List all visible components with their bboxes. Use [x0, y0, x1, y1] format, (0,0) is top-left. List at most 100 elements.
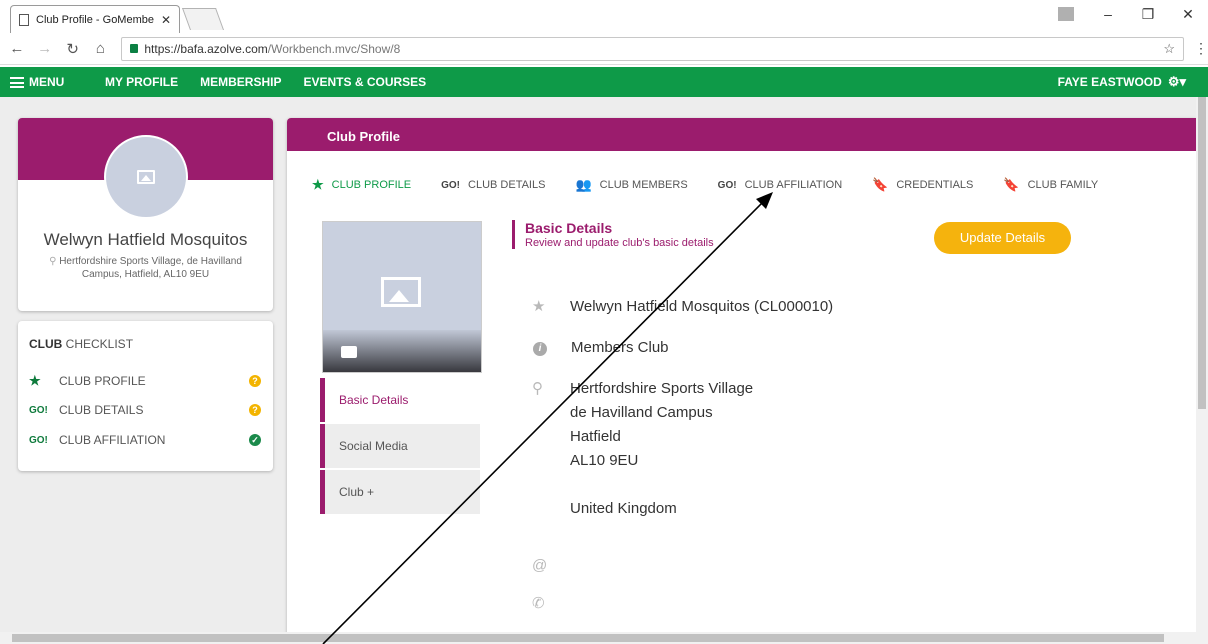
url-path: /Workbench.mvc/Show/8: [267, 41, 401, 56]
page-icon: [19, 13, 29, 26]
tab-club-family[interactable]: 🔖 CLUB FAMILY: [1003, 177, 1098, 193]
checklist-title-rest: CHECKLIST: [65, 337, 134, 351]
tab-title: Club Profile - GoMembe: [36, 13, 154, 26]
detail-side-tabs: Basic Details Social Media Club +: [320, 378, 480, 516]
tab-club-details[interactable]: GO! CLUB DETAILS: [441, 179, 545, 191]
section-subtitle: Review and update club's basic details: [525, 237, 714, 249]
menu-label: MENU: [29, 75, 65, 89]
star-icon: ★: [312, 177, 324, 192]
tab-club-profile[interactable]: ★ CLUB PROFILE: [312, 177, 411, 193]
go-icon: GO!: [441, 179, 461, 191]
club-photo[interactable]: [322, 221, 482, 373]
image-placeholder-icon: [137, 170, 155, 184]
bookmark-star-icon[interactable]: ☆: [1163, 41, 1175, 57]
go-icon: GO!: [29, 434, 48, 446]
address-line: United Kingdom: [570, 500, 677, 517]
forward-icon[interactable]: →: [34, 40, 56, 57]
detail-email: @: [532, 554, 570, 578]
warning-badge-icon: ?: [249, 375, 261, 387]
address-line: AL10 9EU: [570, 452, 639, 469]
bookmark-icon: 🔖: [872, 177, 889, 192]
home-icon[interactable]: ⌂: [90, 40, 112, 57]
profile-tabs: ★ CLUB PROFILE GO! CLUB DETAILS 👥 CLUB MEMB…: [312, 175, 1128, 195]
url-host: https://bafa.azolve.com: [144, 41, 268, 56]
vertical-scroll-thumb[interactable]: [1198, 97, 1206, 409]
bookmark-icon: 🔖: [1003, 177, 1020, 192]
url-input[interactable]: https://bafa.azolve.com/Workbench.mvc/Sh…: [121, 36, 1184, 61]
club-address: ⚲ Hertfordshire Sports Village, de Havil…: [38, 255, 253, 281]
tab-club-members[interactable]: 👥 CLUB MEMBERS: [575, 177, 687, 193]
members-icon: 👥: [575, 177, 592, 192]
address-lines: Hertfordshire Sports Village de Havillan…: [570, 377, 753, 521]
checklist-item-label: CLUB AFFILIATION: [59, 433, 166, 447]
section-heading: Basic Details: [525, 220, 613, 236]
section-title: Basic Details Review and update club's b…: [512, 220, 714, 249]
location-pin-icon: ⚲: [532, 380, 543, 397]
club-address-text: Hertfordshire Sports Village, de Havilla…: [59, 256, 242, 280]
address-line: Hatfield: [570, 428, 621, 445]
new-tab-button[interactable]: [181, 8, 225, 30]
tab-label: CLUB DETAILS: [468, 179, 546, 191]
club-type: Members Club: [571, 339, 669, 356]
app-nav-bar: MENU MY PROFILE MEMBERSHIP EVENTS & COUR…: [0, 67, 1208, 97]
maximize-icon[interactable]: ❐: [1128, 6, 1168, 23]
lock-icon: [130, 44, 139, 53]
checklist-item-club-affiliation[interactable]: GO! CLUB AFFILIATION ✓: [29, 430, 261, 450]
close-window-icon[interactable]: ✕: [1168, 6, 1208, 23]
nav-events-courses[interactable]: EVENTS & COURSES: [303, 75, 426, 89]
minimize-icon[interactable]: –: [1088, 6, 1128, 22]
content-area: Welwyn Hatfield Mosquitos ⚲ Hertfordshir…: [0, 97, 1196, 632]
info-icon: i: [533, 342, 547, 356]
horizontal-scroll-thumb[interactable]: [12, 634, 1164, 642]
side-tab-basic-details[interactable]: Basic Details: [320, 378, 480, 422]
hamburger-icon: [10, 76, 24, 88]
address-line: Hertfordshire Sports Village: [570, 380, 754, 397]
warning-badge-icon: ?: [249, 404, 261, 416]
image-placeholder-icon: [381, 277, 421, 307]
club-name: Welwyn Hatfield Mosquitos: [43, 230, 248, 249]
tab-label: CREDENTIALS: [896, 179, 974, 191]
side-tab-club-plus[interactable]: Club +: [320, 470, 480, 514]
horizontal-scrollbar[interactable]: [0, 632, 1208, 644]
go-icon: GO!: [29, 404, 48, 416]
address-line: de Havilland Campus: [570, 404, 713, 421]
detail-club-type: i Members Club: [532, 336, 669, 360]
checklist-item-club-profile[interactable]: ★ CLUB PROFILE ?: [29, 371, 261, 391]
club-profile-panel: Club Profile ★ CLUB PROFILE GO! CLUB DETAI…: [287, 118, 1196, 632]
user-name: FAYE EASTWOOD: [1057, 75, 1162, 89]
at-sign-icon: @: [532, 557, 548, 574]
checklist-title-bold: CLUB: [29, 337, 63, 351]
nav-membership[interactable]: MEMBERSHIP: [200, 75, 281, 89]
camera-icon[interactable]: [341, 346, 357, 358]
menu-button[interactable]: MENU: [10, 75, 105, 89]
browser-tab[interactable]: Club Profile - GoMembe ✕: [10, 5, 180, 33]
address-bar: ← → ↻ ⌂ https://bafa.azolve.com/Workbenc…: [0, 33, 1208, 65]
update-details-button[interactable]: Update Details: [934, 222, 1071, 254]
browser-menu-icon[interactable]: ⋮: [1194, 40, 1208, 57]
window-controls: – ❐ ✕: [1058, 0, 1208, 28]
tab-label: CLUB PROFILE: [331, 179, 412, 191]
reload-icon[interactable]: ↻: [62, 40, 84, 58]
vertical-scrollbar[interactable]: [1196, 97, 1208, 632]
tab-label: CLUB AFFILIATION: [744, 179, 843, 191]
location-pin-icon: ⚲: [49, 256, 60, 267]
check-badge-icon: ✓: [249, 434, 261, 446]
back-icon[interactable]: ←: [6, 40, 28, 57]
checklist-item-club-details[interactable]: GO! CLUB DETAILS ?: [29, 400, 261, 420]
club-checklist-card: CLUB CHECKLIST ★ CLUB PROFILE ? GO! CLUB…: [18, 321, 273, 471]
side-tab-social-media[interactable]: Social Media: [320, 424, 480, 468]
panel-header: Club Profile: [287, 118, 1196, 151]
profile-icon[interactable]: [1058, 7, 1074, 21]
tab-club-affiliation[interactable]: GO! CLUB AFFILIATION: [718, 179, 842, 191]
user-menu[interactable]: FAYE EASTWOOD ⚙▾: [1058, 74, 1186, 90]
detail-phone: ✆: [532, 592, 570, 616]
tab-credentials[interactable]: 🔖 CREDENTIALS: [872, 177, 973, 193]
tab-label: CLUB FAMILY: [1027, 179, 1099, 191]
club-avatar: [104, 135, 188, 219]
close-tab-icon[interactable]: ✕: [161, 13, 171, 27]
detail-address: ⚲ Hertfordshire Sports Village de Havill…: [532, 377, 753, 521]
nav-my-profile[interactable]: MY PROFILE: [105, 75, 178, 89]
checklist-title: CLUB CHECKLIST: [29, 337, 133, 351]
go-icon: GO!: [717, 179, 737, 191]
phone-icon: ✆: [532, 595, 545, 612]
